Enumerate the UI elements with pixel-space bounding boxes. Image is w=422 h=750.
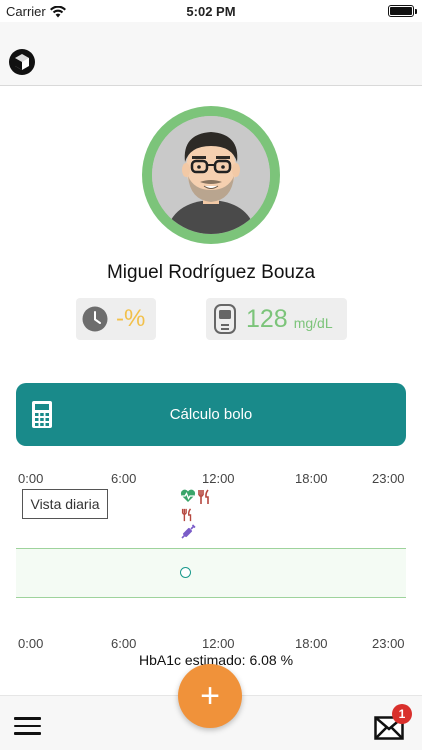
time-in-range-chip[interactable]: -% xyxy=(76,298,156,340)
glucose-target-range-band xyxy=(16,548,406,598)
clock-icon xyxy=(82,306,108,332)
bottom-axis-label-0000: 0:00 xyxy=(18,636,44,651)
bottom-axis-label-1800: 18:00 xyxy=(295,636,328,651)
hamburger-menu-icon[interactable] xyxy=(14,717,41,737)
bolus-calculation-label: Cálculo bolo xyxy=(169,406,253,423)
bottom-axis-label-0600: 6:00 xyxy=(111,636,137,651)
messages-button[interactable]: 1 xyxy=(374,704,412,742)
time-in-range-value: -% xyxy=(116,305,146,332)
avatar-illustration xyxy=(152,116,270,234)
navigation-bar xyxy=(0,22,422,86)
glucose-unit: mg/dL xyxy=(293,314,333,331)
app-screen: Carrier 5:02 PM Miguel Rodríguez Bouza -… xyxy=(0,0,422,750)
status-bar: Carrier 5:02 PM xyxy=(0,0,422,22)
avatar-portrait xyxy=(152,116,270,234)
top-axis-label-1800: 18:00 xyxy=(295,471,328,486)
glucose-reading-point[interactable] xyxy=(180,567,191,578)
user-avatar[interactable] xyxy=(142,106,280,244)
user-name: Miguel Rodríguez Bouza xyxy=(106,262,316,283)
top-axis-label-1200: 12:00 xyxy=(202,471,235,486)
bottom-axis-label-2300: 23:00 xyxy=(372,636,405,651)
heart-rate-icon[interactable] xyxy=(180,489,196,503)
glucometer-icon xyxy=(214,304,236,334)
top-axis-label-0000: 0:00 xyxy=(18,471,44,486)
unread-count-badge: 1 xyxy=(392,704,412,724)
add-entry-button[interactable]: + xyxy=(178,664,242,728)
bolus-calculation-button[interactable]: Cálculo bolo xyxy=(16,383,406,446)
last-glucose-chip[interactable]: 128 mg/dL xyxy=(206,298,347,340)
top-axis-label-2300: 23:00 xyxy=(372,471,405,486)
battery-icon xyxy=(388,5,417,17)
status-time: 5:02 PM xyxy=(186,4,236,19)
insulin-syringe-icon[interactable] xyxy=(180,524,196,540)
bottom-axis-label-1200: 12:00 xyxy=(202,636,235,651)
top-axis-label-0600: 6:00 xyxy=(111,471,137,486)
glucose-value: 128 xyxy=(246,304,288,333)
daily-view-button[interactable]: Vista diaria xyxy=(22,489,108,519)
calculator-icon xyxy=(32,401,52,428)
meal-icon[interactable] xyxy=(180,507,194,523)
meal-icon[interactable] xyxy=(196,489,212,505)
app-logo-icon[interactable] xyxy=(8,48,36,76)
